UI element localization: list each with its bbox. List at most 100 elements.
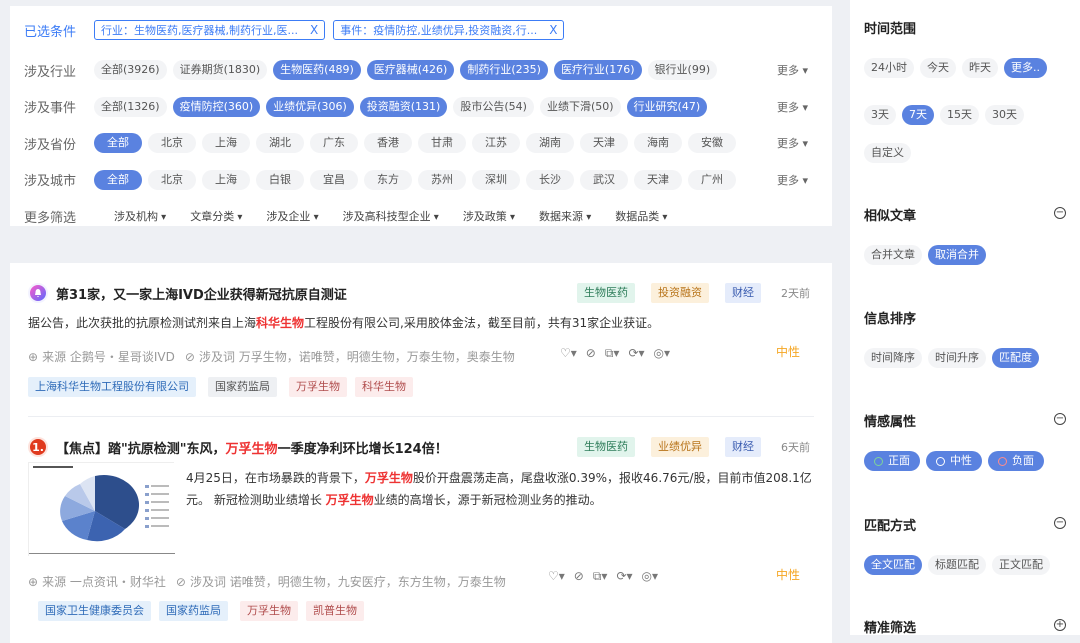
favorite-icon[interactable]: ♡▾ [548,569,565,584]
entity-tag[interactable]: 凯普生物 [306,601,364,621]
more-button[interactable]: 更多 ▾ [777,62,808,78]
filter-chip[interactable]: 广州 [688,169,736,190]
match-chip[interactable]: 全文匹配 [864,555,922,575]
filter-chip[interactable]: 武汉 [580,169,628,190]
expand-icon[interactable]: + [1054,619,1066,631]
filter-chip[interactable]: 湖北 [256,133,304,154]
filter-chip[interactable]: 天津 [634,169,682,190]
entity-tag[interactable]: 科华生物 [355,377,413,397]
filter-dropdown[interactable]: 涉及机构 [114,208,166,224]
filter-chip[interactable]: 上海 [202,133,250,154]
collapse-icon[interactable]: − [1054,517,1066,529]
selected-tag-event[interactable]: 事件：疫情防控,业绩优异,投资融资,行... X [333,20,565,40]
entity-tag[interactable]: 万孚生物 [289,377,347,397]
time-range-chip[interactable]: 更多.. [1004,58,1047,78]
similar-chip[interactable]: 取消合并 [928,245,986,265]
filter-chip[interactable]: 香港 [364,133,412,154]
more-button[interactable]: 更多 ▾ [777,172,808,188]
selected-tag-industry[interactable]: 行业：生物医药,医疗器械,制药行业,医... X [94,20,326,40]
filter-chip[interactable]: 长沙 [526,169,574,190]
close-icon[interactable]: X [549,23,557,37]
sentiment-chip[interactable]: 中性 [926,451,982,471]
sentiment-chip[interactable]: 正面 [864,451,920,471]
filter-chip[interactable]: 生物医药(489) [273,60,361,81]
time-range-chip[interactable]: 15天 [940,105,979,125]
share-icon[interactable]: ◎▾ [642,569,659,584]
entity-tag[interactable]: 上海科华生物工程股份有限公司 [28,377,196,397]
filter-chip[interactable]: 北京 [148,133,196,154]
filter-chip[interactable]: 医疗器械(426) [366,60,455,81]
filter-chip[interactable]: 上海 [202,169,250,190]
filter-chip[interactable]: 北京 [148,169,196,190]
match-chip[interactable]: 正文匹配 [992,555,1050,575]
collapse-icon[interactable]: − [1054,207,1066,219]
filter-chip[interactable]: 业绩优异(306) [266,96,354,117]
filter-chip[interactable]: 全部(3926) [94,60,167,81]
filter-chip[interactable]: 江苏 [472,133,520,154]
filter-chip[interactable]: 股市公告(54) [453,96,534,117]
time-range-chip[interactable]: 30天 [985,105,1024,125]
filter-chip[interactable]: 东方 [364,169,412,190]
filter-chip[interactable]: 业绩下滑(50) [539,96,621,117]
time-range-chip[interactable]: 7天 [902,105,934,125]
filter-chip[interactable]: 全部(1326) [94,96,167,117]
refresh-icon[interactable]: ⟳▾ [616,569,632,584]
match-chip[interactable]: 标题匹配 [928,555,986,575]
close-icon[interactable]: X [310,23,318,37]
sentiment-chip[interactable]: 负面 [988,451,1044,471]
copy-icon[interactable]: ⧉▾ [605,346,620,361]
filter-chip[interactable]: 投资融资(131) [359,96,448,117]
filter-options: 全部 北京 上海 湖北 广东 香港 甘肃 江苏 湖南 天津 海南 安徽 [94,133,736,154]
share-icon[interactable]: ◎▾ [654,346,671,361]
time-range-chip[interactable]: 今天 [920,58,956,78]
filter-dropdown[interactable]: 涉及高科技型企业 [343,208,439,224]
time-range-chip[interactable]: 24小时 [864,58,914,78]
entity-tag[interactable]: 万孚生物 [240,601,298,621]
filter-chip[interactable]: 苏州 [418,169,466,190]
entity-tag[interactable]: 国家药监局 [159,601,228,621]
filter-chip[interactable]: 证券期货(1830) [172,60,268,81]
filter-chip[interactable]: 全部 [94,169,142,190]
filter-chip[interactable]: 海南 [634,133,682,154]
filter-chip[interactable]: 甘肃 [418,133,466,154]
filter-chip[interactable]: 宜昌 [310,169,358,190]
article-title[interactable]: 1. 【焦点】踏"抗原检测"东风，万孚生物一季度净利环比增长124倍！ [28,437,448,457]
filter-dropdown[interactable]: 文章分类 [190,208,242,224]
filter-chip[interactable]: 湖南 [526,133,574,154]
filter-chip[interactable]: 全部 [94,133,142,154]
copy-icon[interactable]: ⧉▾ [593,569,608,584]
favorite-icon[interactable]: ♡▾ [560,346,577,361]
filter-dropdown[interactable]: 数据来源 [539,208,591,224]
sort-chip[interactable]: 匹配度 [992,348,1039,368]
filter-chip[interactable]: 安徽 [688,133,736,154]
filter-chip[interactable]: 白银 [256,169,304,190]
refresh-icon[interactable]: ⟳▾ [628,346,644,361]
article-thumbnail[interactable] [28,462,175,557]
filter-chip[interactable]: 广东 [310,133,358,154]
time-range-chip[interactable]: 自定义 [864,143,911,163]
time-range-chip[interactable]: 昨天 [962,58,998,78]
filter-chip[interactable]: 医疗行业(176) [553,60,642,81]
filter-chip[interactable]: 天津 [580,133,628,154]
entity-tag[interactable]: 国家药监局 [208,377,277,397]
link-icon[interactable]: ⊘ [586,346,596,361]
similar-chip[interactable]: 合并文章 [864,245,922,265]
filter-chip[interactable]: 疫情防控(360) [172,96,261,117]
filter-chip[interactable]: 银行业(99) [647,60,718,81]
article-source: 来源 企鹅号・星哥谈IVD [42,350,175,364]
sort-chip[interactable]: 时间降序 [864,348,922,368]
filter-dropdown[interactable]: 涉及企业 [266,208,318,224]
link-icon[interactable]: ⊘ [574,569,584,584]
collapse-icon[interactable]: − [1054,413,1066,425]
filter-dropdown[interactable]: 涉及政策 [463,208,515,224]
filter-chip[interactable]: 行业研究(47) [626,96,708,117]
more-button[interactable]: 更多 ▾ [777,135,808,151]
time-range-chip[interactable]: 3天 [864,105,896,125]
filter-chip[interactable]: 制药行业(235) [460,60,548,81]
sort-chip[interactable]: 时间升序 [928,348,986,368]
filter-chip[interactable]: 深圳 [472,169,520,190]
more-button[interactable]: 更多 ▾ [777,99,808,115]
entity-tag[interactable]: 国家卫生健康委员会 [38,601,151,621]
filter-dropdown[interactable]: 数据品类 [615,208,667,224]
article-title[interactable]: 第31家，又一家上海IVD企业获得新冠抗原自测证 [28,283,347,303]
